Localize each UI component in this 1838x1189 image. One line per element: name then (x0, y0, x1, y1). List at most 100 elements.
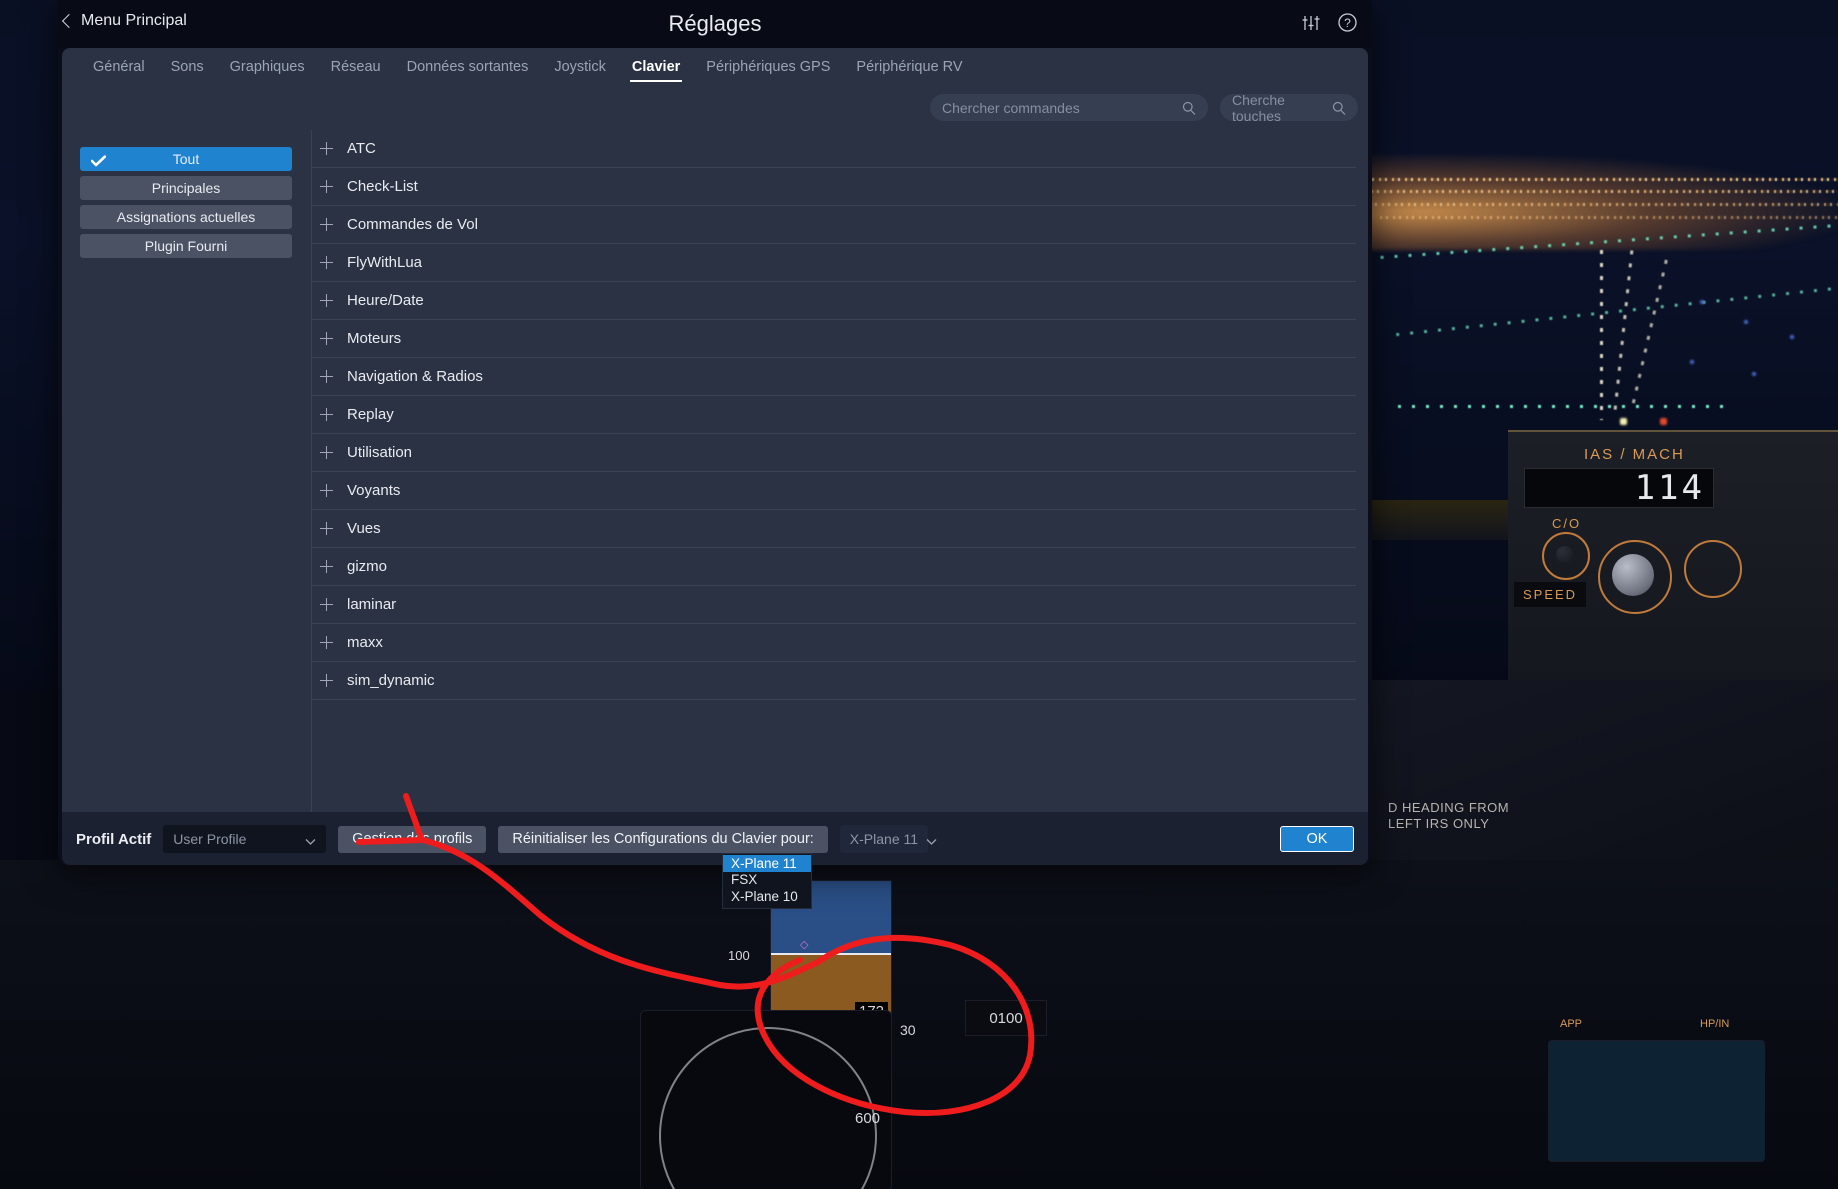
active-profile-dropdown[interactable]: User Profile (163, 825, 327, 853)
titlebar-icons: ? (1301, 12, 1358, 33)
sim-option-x-plane-11[interactable]: X-Plane 11 (723, 855, 811, 872)
tab-donnees-sortantes[interactable]: Données sortantes (394, 51, 542, 84)
plus-icon[interactable] (320, 256, 333, 269)
filter-assignations-actuelles-button[interactable]: Assignations actuelles (80, 205, 292, 229)
filter-tout-button[interactable]: Tout (80, 147, 292, 171)
category-label: ATC (347, 140, 376, 157)
category-label: Moteurs (347, 330, 402, 347)
category-row-utilisation[interactable]: Utilisation (312, 434, 1356, 472)
nd-compass-arc (659, 1027, 877, 1189)
tab-peripheriques-gps[interactable]: Périphériques GPS (693, 51, 843, 84)
category-label: Heure/Date (347, 292, 424, 309)
taxiway-light (1700, 300, 1704, 304)
active-profile-label: Profil Actif (76, 830, 152, 848)
category-row-navigation-radios[interactable]: Navigation & Radios (312, 358, 1356, 396)
nd-heading-label: 30 (900, 1022, 916, 1038)
taxiway-light (1690, 360, 1694, 364)
city-lights-row (1380, 216, 1838, 219)
city-lights-row (1358, 190, 1838, 193)
category-row-replay[interactable]: Replay (312, 396, 1356, 434)
svg-text:?: ? (1344, 16, 1351, 30)
plus-icon[interactable] (320, 142, 333, 155)
command-category-list[interactable]: ATC Check-List Commandes de Vol FlyWithL… (311, 130, 1368, 850)
speed-label: SPEED (1514, 582, 1587, 607)
threshold-lights (1398, 405, 1728, 408)
manage-profiles-button[interactable]: Gestion des profils (338, 825, 487, 853)
ok-button[interactable]: OK (1280, 826, 1354, 852)
plus-icon[interactable] (320, 484, 333, 497)
papi-light (1660, 418, 1667, 425)
reset-keyboard-config-button[interactable]: Réinitialiser les Configurations du Clav… (498, 825, 828, 853)
help-circle-icon[interactable]: ? (1337, 12, 1358, 33)
category-row-atc[interactable]: ATC (312, 130, 1356, 168)
tab-clavier[interactable]: Clavier (619, 51, 693, 84)
plus-icon[interactable] (320, 522, 333, 535)
approach-lighting (1600, 250, 1603, 420)
category-row-vues[interactable]: Vues (312, 510, 1356, 548)
aux-knob-ring (1684, 540, 1742, 598)
tab-peripherique-rv[interactable]: Périphérique RV (843, 51, 975, 84)
category-label: Check-List (347, 178, 418, 195)
category-rows: ATC Check-List Commandes de Vol FlyWithL… (312, 130, 1368, 700)
filter-plugin-fourni-button[interactable]: Plugin Fourni (80, 234, 292, 258)
mcp-panel: IAS / MACH 114 C/O SPEED (1508, 430, 1838, 682)
taxiway-light (1790, 335, 1794, 339)
taxiway-light (1752, 372, 1756, 376)
manage-profiles-label: Gestion des profils (352, 831, 473, 847)
search-commands-placeholder: Chercher commandes (942, 99, 1080, 116)
plus-icon[interactable] (320, 598, 333, 611)
speed-knob (1612, 554, 1654, 596)
category-row-maxx[interactable]: maxx (312, 624, 1356, 662)
plus-icon[interactable] (320, 446, 333, 459)
ias-mach-value: 114 (1634, 468, 1705, 508)
category-row-voyants[interactable]: Voyants (312, 472, 1356, 510)
plus-icon[interactable] (320, 294, 333, 307)
nd-altitude-label: 600 (855, 1110, 881, 1127)
right-mfd (1548, 1040, 1765, 1162)
category-label: sim_dynamic (347, 672, 435, 689)
category-row-flywithlua[interactable]: FlyWithLua (312, 244, 1356, 282)
sim-target-dropdown-menu[interactable]: X-Plane 11 FSX X-Plane 10 (722, 853, 812, 909)
plus-icon[interactable] (320, 218, 333, 231)
pfd-bug: ◇ (800, 939, 809, 951)
active-profile-value: User Profile (173, 831, 247, 847)
tab-graphiques[interactable]: Graphiques (217, 51, 318, 84)
tab-reseau[interactable]: Réseau (318, 51, 394, 84)
category-label: maxx (347, 634, 383, 651)
category-row-laminar[interactable]: laminar (312, 586, 1356, 624)
page-title: Réglages (668, 11, 762, 36)
category-label: Navigation & Radios (347, 368, 483, 385)
plus-icon[interactable] (320, 180, 333, 193)
right-mfd-label: APP (1560, 1018, 1583, 1030)
search-keys-input[interactable]: Cherche touches (1220, 92, 1358, 124)
navigation-display (640, 1010, 892, 1189)
category-label: laminar (347, 596, 397, 613)
sim-option-x-plane-10[interactable]: X-Plane 10 (723, 888, 811, 905)
plus-icon[interactable] (320, 560, 333, 573)
plus-icon[interactable] (320, 408, 333, 421)
settings-bottom-bar: Profil Actif User Profile Gestion des pr… (62, 812, 1368, 865)
plus-icon[interactable] (320, 332, 333, 345)
category-row-moteurs[interactable]: Moteurs (312, 320, 1356, 358)
settings-window: Menu Principal Réglages ? Général Sons G… (58, 0, 1372, 865)
plus-icon[interactable] (320, 674, 333, 687)
category-row-heure-date[interactable]: Heure/Date (312, 282, 1356, 320)
category-label: FlyWithLua (347, 254, 423, 271)
panes: Tout Principales Assignations actuelles … (62, 130, 1368, 850)
category-row-gizmo[interactable]: gizmo (312, 548, 1356, 586)
filter-principales-label: Principales (151, 180, 221, 196)
category-row-sim-dynamic[interactable]: sim_dynamic (312, 662, 1356, 700)
category-row-check-list[interactable]: Check-List (312, 168, 1356, 206)
filter-principales-button[interactable]: Principales (80, 176, 292, 200)
sim-option-fsx[interactable]: FSX (723, 872, 811, 889)
ias-mach-label: IAS / MACH (1584, 446, 1685, 463)
plus-icon[interactable] (320, 370, 333, 383)
sliders-icon[interactable] (1301, 13, 1321, 33)
search-commands-input[interactable]: Chercher commandes (930, 94, 1208, 121)
tab-general[interactable]: Général (80, 51, 158, 84)
sim-target-dropdown[interactable]: X-Plane 11 (839, 825, 937, 853)
category-row-commandes-de-vol[interactable]: Commandes de Vol (312, 206, 1356, 244)
tab-joystick[interactable]: Joystick (541, 51, 619, 84)
plus-icon[interactable] (320, 636, 333, 649)
tab-sons[interactable]: Sons (158, 51, 217, 84)
